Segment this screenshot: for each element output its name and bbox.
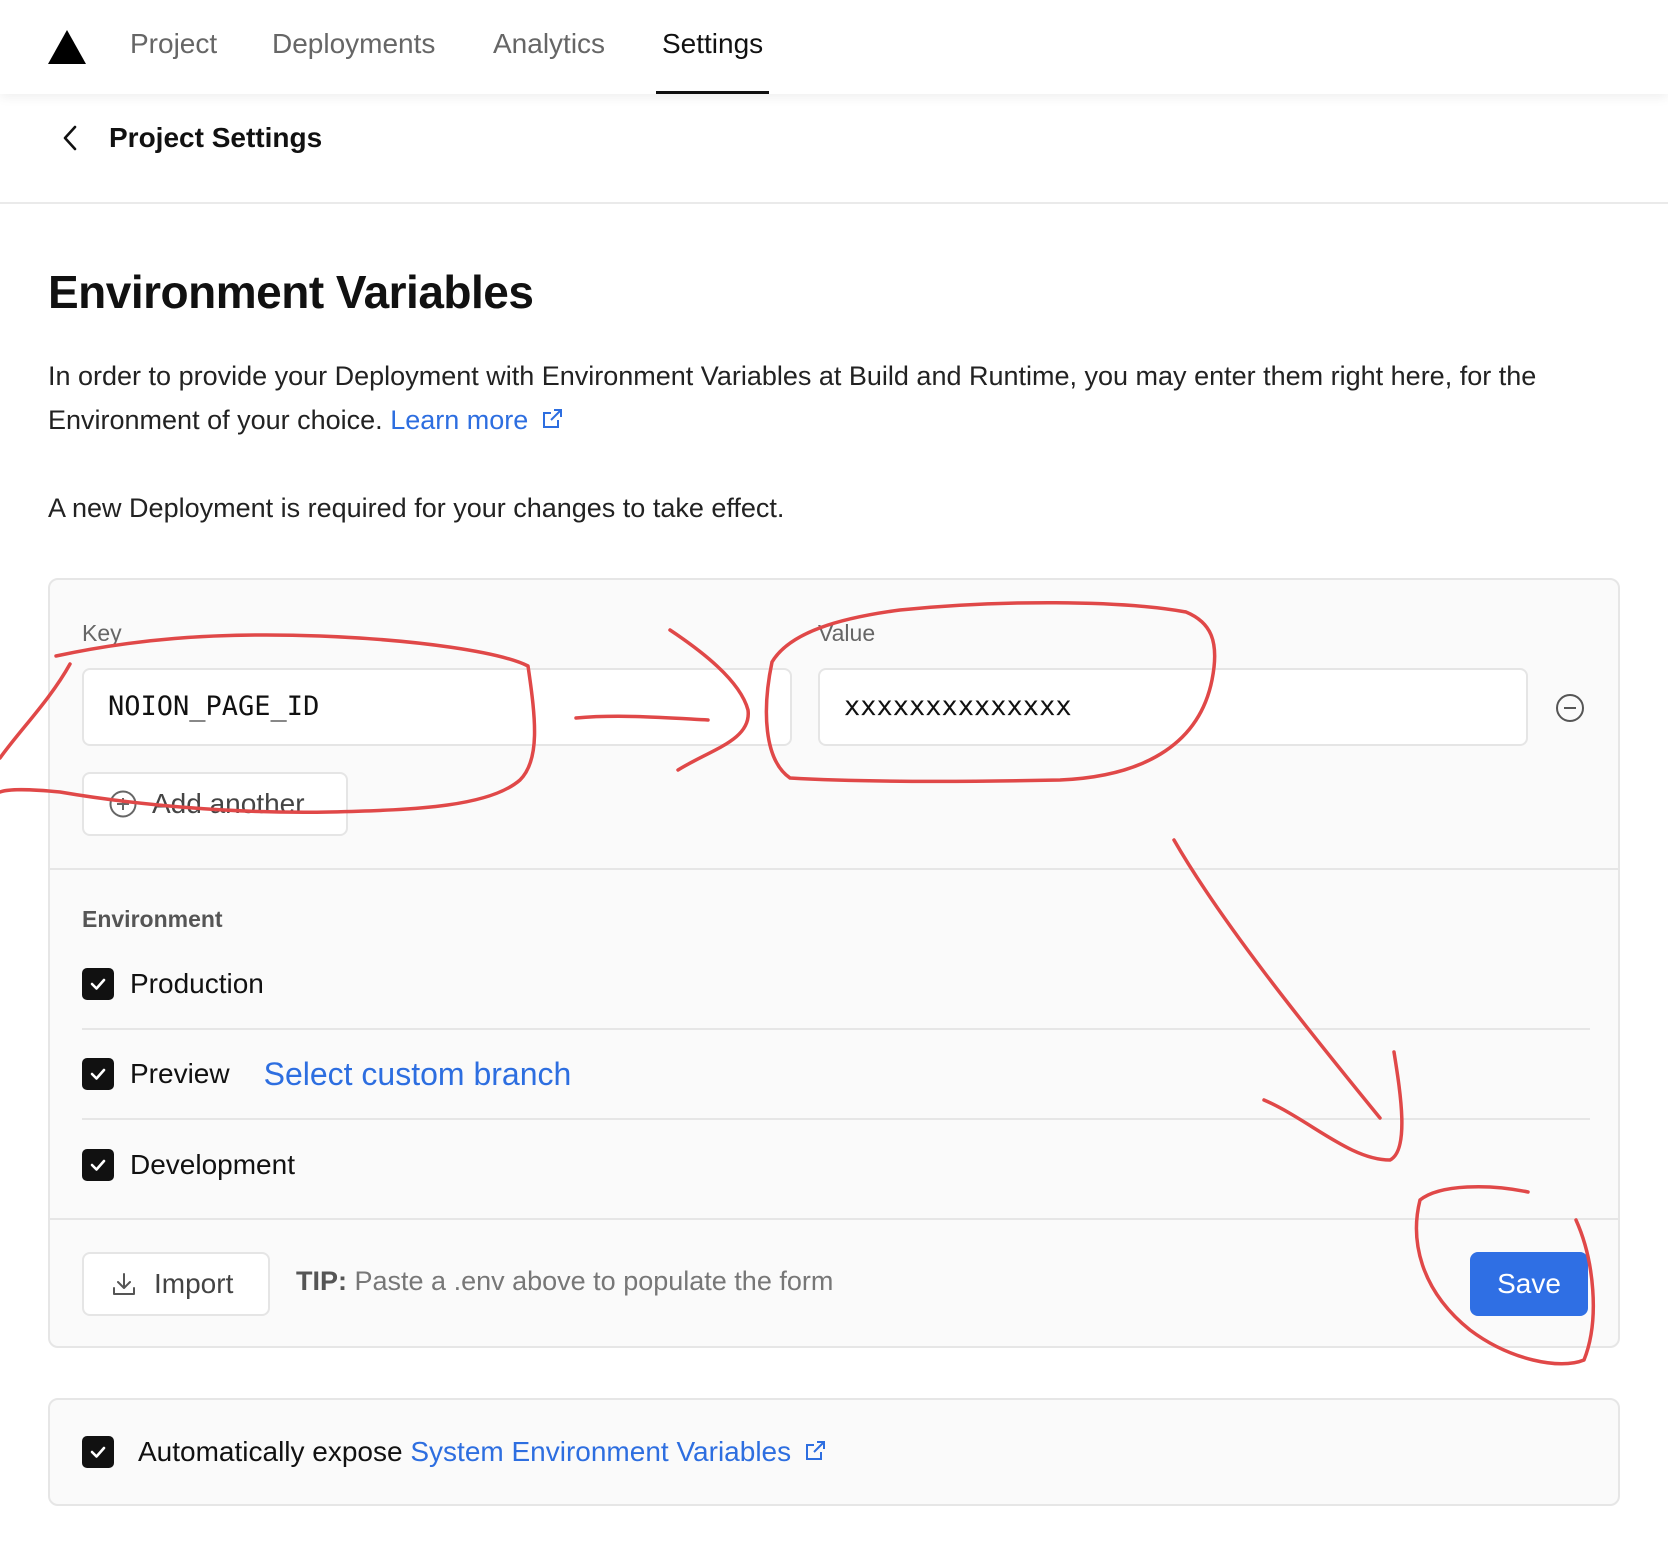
divider [50, 1218, 1618, 1220]
preview-label: Preview [130, 1058, 230, 1089]
env-row-development: Development [82, 1120, 1590, 1210]
remove-variable-icon[interactable] [1554, 692, 1586, 724]
section-description: In order to provide your Deployment with… [48, 354, 1628, 442]
save-button[interactable]: Save [1470, 1252, 1588, 1316]
env-var-form: Key Value NOION_PAGE_ID xxxxxxxxxxxxxx A… [48, 578, 1620, 1348]
redeploy-notice: A new Deployment is required for your ch… [48, 493, 785, 523]
vercel-logo[interactable] [48, 30, 86, 64]
top-nav: Project Deployments Analytics Settings [0, 0, 1668, 94]
env-row-preview: Preview Select custom branch [82, 1030, 1590, 1120]
external-link-icon [542, 409, 562, 428]
development-label: Development [130, 1149, 295, 1180]
tab-deployments[interactable]: Deployments [272, 24, 435, 94]
check-icon [90, 1068, 106, 1080]
env-row-production: Production [82, 940, 1590, 1030]
tab-analytics[interactable]: Analytics [493, 24, 605, 94]
key-input[interactable]: NOION_PAGE_ID [82, 668, 792, 746]
system-env-vars-card: Automatically expose System Environment … [48, 1398, 1620, 1506]
check-icon [90, 1159, 106, 1171]
development-checkbox[interactable] [82, 1149, 114, 1181]
external-link-icon [805, 1441, 825, 1460]
tab-settings[interactable]: Settings [655, 24, 770, 94]
environment-heading: Environment [82, 906, 223, 932]
section-title: Environment Variables [48, 266, 534, 318]
value-input[interactable]: xxxxxxxxxxxxxx [818, 668, 1528, 746]
add-another-button[interactable]: Add another [82, 772, 348, 836]
page-title: Project Settings [109, 122, 323, 153]
system-env-vars-link[interactable]: System Environment Variables [410, 1436, 827, 1468]
expose-label: Automatically expose [138, 1436, 403, 1467]
learn-more-link[interactable]: Learn more [390, 405, 564, 435]
key-label: Key [82, 620, 122, 646]
tip-text: TIP: Paste a .env above to populate the … [296, 1266, 834, 1296]
preview-checkbox[interactable] [82, 1058, 114, 1090]
plus-circle-icon [109, 790, 137, 818]
production-label: Production [130, 968, 264, 999]
download-icon [113, 1273, 135, 1295]
select-custom-branch-link[interactable]: Select custom branch [264, 1056, 572, 1093]
back-button[interactable] [52, 120, 88, 156]
settings-header: Project Settings [0, 94, 1668, 204]
expose-system-vars-checkbox[interactable] [82, 1436, 114, 1468]
check-icon [90, 978, 106, 990]
import-button[interactable]: Import [82, 1252, 270, 1316]
value-label: Value [818, 620, 876, 646]
check-icon [90, 1446, 106, 1458]
tab-project[interactable]: Project [130, 24, 217, 94]
divider [50, 868, 1618, 870]
description-text: In order to provide your Deployment with… [48, 361, 1537, 435]
chevron-left-icon [63, 125, 77, 151]
production-checkbox[interactable] [82, 968, 114, 1000]
